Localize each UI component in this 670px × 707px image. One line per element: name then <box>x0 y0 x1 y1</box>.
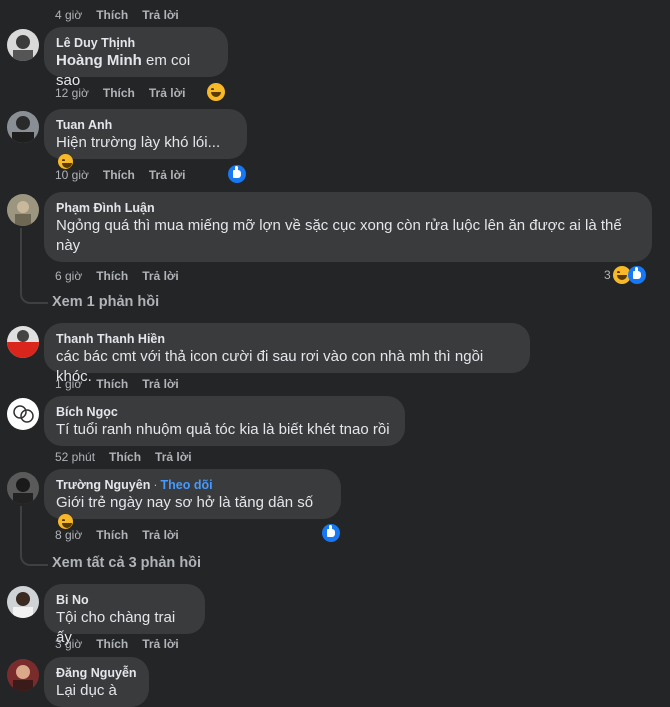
reply-button[interactable]: Trả lời <box>142 8 179 22</box>
like-reaction-icon <box>322 524 340 542</box>
reactions[interactable] <box>228 164 246 184</box>
comment-7-meta: 3 giờ Thích Trả lời <box>55 636 179 652</box>
comment-time[interactable]: 8 giờ <box>55 528 82 542</box>
comment-time[interactable]: 12 giờ <box>55 86 89 100</box>
like-button[interactable]: Thích <box>109 450 141 464</box>
comment-bubble: Phạm Đình Luận Ngỏng quá thì mua miếng m… <box>44 192 652 262</box>
like-reaction-icon <box>627 266 646 284</box>
comment-time[interactable]: 1 giờ <box>55 377 82 391</box>
author-name[interactable]: Phạm Đình Luận <box>56 200 640 216</box>
author-name[interactable]: Đăng Nguyễn <box>56 665 137 681</box>
reply-button[interactable]: Trả lời <box>149 168 186 182</box>
comment-time[interactable]: 3 giờ <box>55 637 82 651</box>
like-button[interactable]: Thích <box>96 269 128 283</box>
separator: · <box>153 478 158 492</box>
comment-text-body: Giới trẻ ngày nay sơ hở là tăng dân số <box>56 494 314 511</box>
comment-text: Tí tuổi ranh nhuộm quả tóc kia là biết k… <box>56 421 390 438</box>
avatar[interactable] <box>7 398 39 430</box>
reactions[interactable]: 3 <box>604 265 646 285</box>
author-name[interactable]: Trường Nguyên <box>56 478 150 492</box>
reply-button[interactable]: Trả lời <box>155 450 192 464</box>
comment-bubble: Bi No Tội cho chàng trai ấy <box>44 584 205 646</box>
reactions[interactable] <box>322 523 340 543</box>
comment-2-meta: 10 giờ Thích Trả lời <box>55 167 185 183</box>
avatar[interactable] <box>7 29 39 61</box>
comment-text: Lại dục à <box>56 682 117 699</box>
like-reaction-icon <box>228 165 246 183</box>
reply-button[interactable]: Trả lời <box>142 269 179 283</box>
comment-text-body: Hiện trường lày khó lói... <box>56 134 221 151</box>
like-button[interactable]: Thích <box>96 528 128 542</box>
comment-6-meta: 8 giờ Thích Trả lời <box>55 527 179 543</box>
like-button[interactable]: Thích <box>96 637 128 651</box>
comment-5-meta: 52 phút Thích Trả lời <box>55 449 192 465</box>
comment-4-meta: 1 giờ Thích Trả lời <box>55 376 179 392</box>
haha-reaction-icon <box>207 83 225 101</box>
comment-bubble: Bích Ngọc Tí tuổi ranh nhuộm quả tóc kia… <box>44 396 405 446</box>
comment-bubble: Tuan Anh Hiện trường lày khó lói... <box>44 109 247 169</box>
reactions[interactable] <box>207 82 225 102</box>
comment-time[interactable]: 4 giờ <box>55 8 82 22</box>
like-button[interactable]: Thích <box>96 377 128 391</box>
view-all-replies-link[interactable]: Xem tất cả 3 phản hồi <box>52 555 201 571</box>
avatar[interactable] <box>7 586 39 618</box>
avatar[interactable] <box>7 472 39 504</box>
comment-3-meta: 6 giờ Thích Trả lời <box>55 268 179 284</box>
comment-text: Ngỏng quá thì mua miếng mỡ lợn về sặc cụ… <box>56 217 622 254</box>
author-name[interactable]: Tuan Anh <box>56 117 235 133</box>
avatar[interactable] <box>7 194 39 226</box>
comment-time[interactable]: 6 giờ <box>55 269 82 283</box>
author-name[interactable]: Bi No <box>56 592 193 608</box>
author-name[interactable]: Thanh Thanh Hiền <box>56 331 518 347</box>
avatar[interactable] <box>7 111 39 143</box>
comment-time[interactable]: 10 giờ <box>55 168 89 182</box>
like-button[interactable]: Thích <box>103 168 135 182</box>
comment-0-meta: 4 giờ Thích Trả lời <box>55 7 179 23</box>
author-name[interactable]: Bích Ngọc <box>56 404 393 420</box>
like-button[interactable]: Thích <box>103 86 135 100</box>
comment-bubble: Lê Duy Thịnh Hoàng Minh em coi sao <box>44 27 228 89</box>
thread-line <box>20 506 48 566</box>
comment-bubble: Thanh Thanh Hiền các bác cmt với thả ico… <box>44 323 530 385</box>
avatar[interactable] <box>7 326 39 358</box>
comment-time[interactable]: 52 phút <box>55 450 95 464</box>
reaction-count: 3 <box>604 268 611 282</box>
author-name[interactable]: Lê Duy Thịnh <box>56 35 216 51</box>
reply-button[interactable]: Trả lời <box>149 86 186 100</box>
mention-link[interactable]: Hoàng Minh <box>56 52 142 69</box>
view-replies-link[interactable]: Xem 1 phản hồi <box>52 294 159 310</box>
author-name-row: Trường Nguyên · Theo dõi <box>56 477 329 493</box>
follow-button[interactable]: Theo dõi <box>161 478 213 492</box>
comment-1-meta: 12 giờ Thích Trả lời <box>55 85 185 101</box>
comment-bubble: Đăng Nguyễn Lại dục à <box>44 657 149 707</box>
comment-bubble: Trường Nguyên · Theo dõi Giới trẻ ngày nay… <box>44 469 341 529</box>
like-button[interactable]: Thích <box>96 8 128 22</box>
reply-button[interactable]: Trả lời <box>142 377 179 391</box>
reply-button[interactable]: Trả lời <box>142 528 179 542</box>
reply-button[interactable]: Trả lời <box>142 637 179 651</box>
avatar[interactable] <box>7 659 39 691</box>
